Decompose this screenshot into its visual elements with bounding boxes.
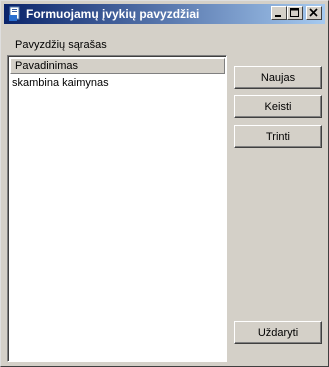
edit-button[interactable]: Keisti (234, 95, 322, 118)
close-icon (309, 8, 318, 17)
new-button[interactable]: Naujas (234, 66, 322, 89)
title-bar[interactable]: Formuojamų įvykių pavyzdžiai (4, 4, 325, 24)
window-title: Formuojamų įvykių pavyzdžiai (26, 7, 200, 21)
list-rows: skambina kaimynas (12, 76, 224, 90)
list-item[interactable]: skambina kaimynas (12, 76, 224, 90)
minimize-icon (275, 15, 281, 17)
close-button[interactable]: Uždaryti (234, 321, 322, 344)
maximize-button[interactable] (287, 6, 303, 20)
examples-list[interactable]: Pavadinimas skambina kaimynas (7, 55, 227, 362)
examples-list-label: Pavyzdžių sąrašas (15, 39, 107, 51)
column-header-name[interactable]: Pavadinimas (10, 58, 225, 74)
delete-button[interactable]: Trinti (234, 125, 322, 148)
maximize-icon (290, 8, 299, 17)
close-window-button[interactable] (306, 6, 322, 20)
dialog-window: Formuojamų įvykių pavyzdžiai Pavyzdžių s… (0, 0, 329, 367)
app-icon (7, 6, 23, 22)
minimize-button[interactable] (271, 6, 287, 20)
